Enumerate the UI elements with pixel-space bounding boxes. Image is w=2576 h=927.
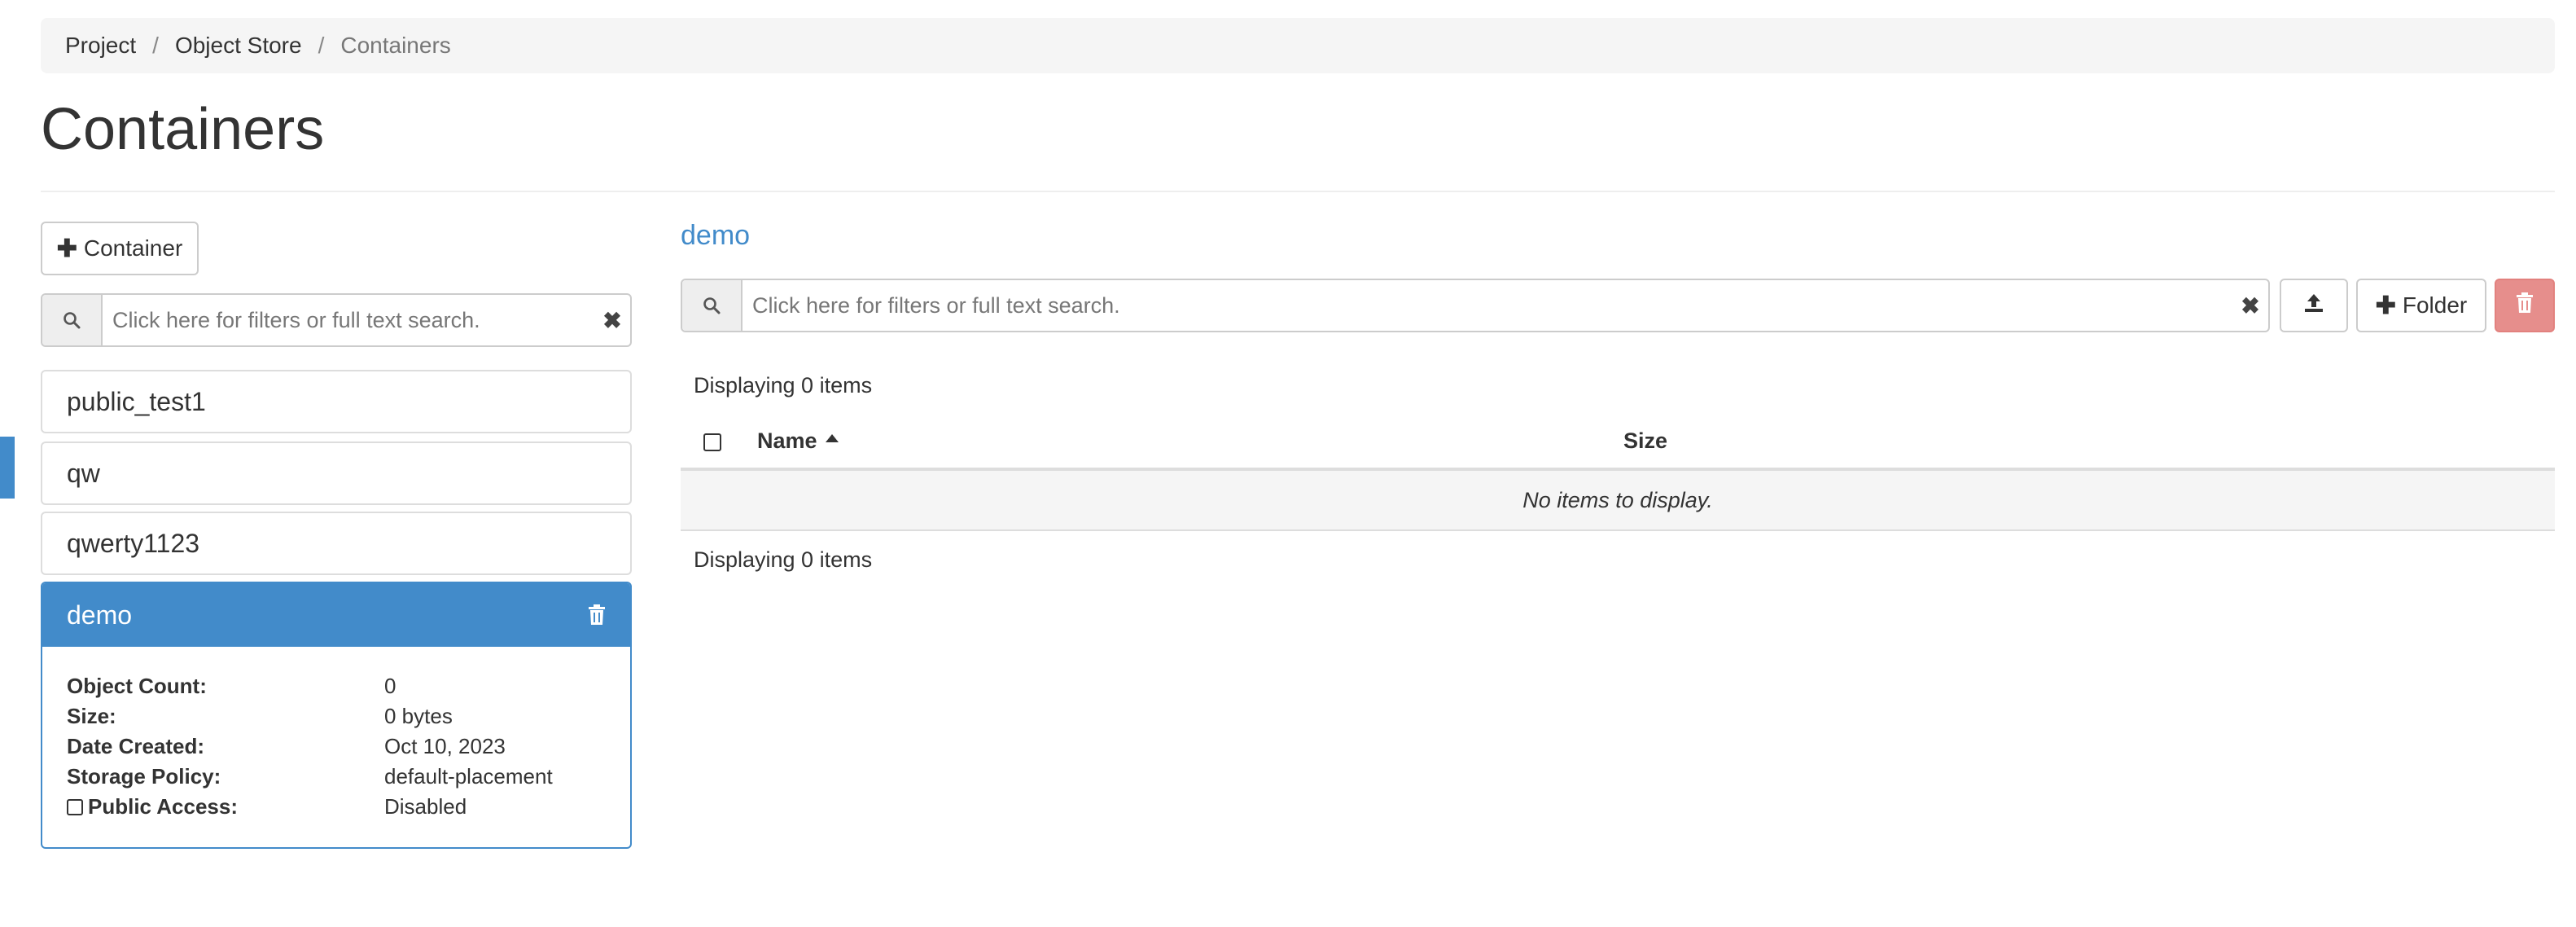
sort-ascending-icon <box>825 433 839 442</box>
search-icon[interactable] <box>682 280 743 331</box>
detail-value: Oct 10, 2023 <box>384 734 506 758</box>
upload-button[interactable] <box>2280 279 2348 332</box>
column-header-size[interactable]: Size <box>1623 428 1667 454</box>
detail-label: Size: <box>67 704 116 728</box>
display-count-bottom: Displaying 0 items <box>694 547 873 572</box>
trash-icon <box>2516 292 2534 319</box>
selected-container-name: demo <box>67 600 133 630</box>
breadcrumb-project[interactable]: Project <box>65 33 136 59</box>
container-search-input[interactable] <box>103 295 594 345</box>
empty-table-message: No items to display. <box>681 471 2555 531</box>
breadcrumb-object-store[interactable]: Object Store <box>175 33 302 59</box>
detail-value: default-placement <box>384 764 553 789</box>
container-item-label: qw <box>67 458 100 488</box>
delete-objects-button[interactable] <box>2495 279 2555 332</box>
detail-storage-policy: Storage Policy: default-placement <box>67 762 606 792</box>
object-search-input[interactable] <box>743 280 2232 331</box>
breadcrumb-separator: / <box>318 33 325 58</box>
detail-size: Size: 0 bytes <box>67 701 606 731</box>
container-search: ✖ <box>41 293 632 347</box>
container-item-label: public_test1 <box>67 386 206 416</box>
column-header-name[interactable]: Name <box>757 428 839 454</box>
detail-value: Disabled <box>384 794 467 819</box>
breadcrumb-separator: / <box>152 33 159 58</box>
detail-value: 0 <box>384 674 396 698</box>
detail-label: Public Access: <box>88 794 239 819</box>
container-item-qwerty1123[interactable]: qwerty1123 <box>41 512 632 575</box>
upload-icon <box>2303 292 2324 319</box>
side-panel-indicator[interactable] <box>0 437 15 499</box>
page-title: Containers <box>41 97 325 162</box>
breadcrumb: Project / Object Store / Containers <box>41 18 2555 73</box>
container-name-link[interactable]: demo <box>681 220 750 252</box>
clear-icon[interactable]: ✖ <box>594 295 630 345</box>
display-count-top: Displaying 0 items <box>694 373 873 398</box>
objects-table-header: Name Size <box>681 415 2555 471</box>
select-all-checkbox[interactable] <box>703 433 721 451</box>
column-name-label: Name <box>757 428 817 453</box>
container-item-public-test1[interactable]: public_test1 <box>41 370 632 433</box>
search-icon[interactable] <box>42 295 103 345</box>
detail-date-created: Date Created: Oct 10, 2023 <box>67 731 606 762</box>
container-item-qw[interactable]: qw <box>41 442 632 505</box>
selected-container-header[interactable]: demo <box>42 583 630 647</box>
plus-icon: ✚ <box>2375 292 2396 319</box>
plus-icon: ✚ <box>56 235 77 262</box>
add-container-button[interactable]: ✚ Container <box>41 222 199 275</box>
add-container-label: Container <box>83 235 183 261</box>
public-access-checkbox[interactable] <box>67 798 83 815</box>
selected-container-panel: demo Object Count: 0 Size: 0 bytes Date … <box>41 582 632 849</box>
title-divider <box>41 191 2555 192</box>
clear-icon[interactable]: ✖ <box>2232 280 2268 331</box>
detail-value: 0 bytes <box>384 704 453 728</box>
container-item-label: qwerty1123 <box>67 528 200 558</box>
add-folder-label: Folder <box>2402 292 2468 318</box>
public-access-label-group: Public Access: <box>67 794 384 819</box>
container-details: Object Count: 0 Size: 0 bytes Date Creat… <box>42 647 630 822</box>
breadcrumb-containers: Containers <box>340 33 451 58</box>
object-search: ✖ <box>681 279 2270 332</box>
detail-label: Storage Policy: <box>67 764 221 789</box>
detail-label: Object Count: <box>67 674 207 698</box>
trash-icon[interactable] <box>588 604 606 626</box>
detail-object-count: Object Count: 0 <box>67 671 606 701</box>
detail-label: Date Created: <box>67 734 205 758</box>
detail-public-access: Public Access: Disabled <box>67 792 606 822</box>
add-folder-button[interactable]: ✚ Folder <box>2356 279 2486 332</box>
